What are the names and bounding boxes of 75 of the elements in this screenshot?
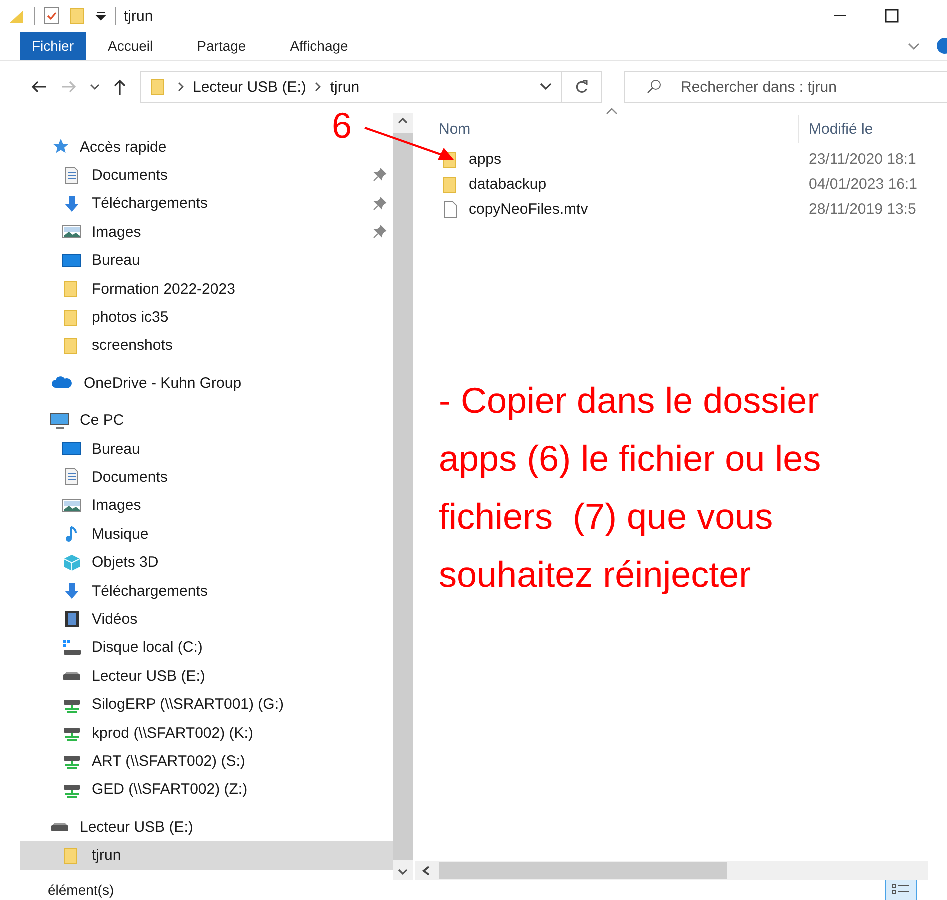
chevron-right-icon[interactable] [177,82,185,92]
modified-date: 23/11/2020 18:1 [808,151,916,168]
drive-icon [50,822,70,832]
window-title: tjrun [124,8,154,24]
recent-locations-button[interactable] [90,83,100,91]
breadcrumb[interactable]: tjrun [330,78,360,96]
scroll-down-icon[interactable] [398,868,408,876]
file-name[interactable]: apps [469,151,502,168]
maximize-icon[interactable] [885,9,899,23]
sidebar-item[interactable]: photos ic35 [0,303,393,332]
back-button[interactable] [30,79,48,95]
system-drive-icon [62,638,82,658]
column-header[interactable]: Nom [439,120,471,138]
customize-dropdown-icon[interactable] [95,10,107,22]
sidebar-item[interactable]: Objets 3D [0,548,393,577]
sidebar-item[interactable]: Documents [0,161,393,190]
details-view-button[interactable] [885,879,917,900]
download-arrow-icon [62,581,82,602]
cube-icon [62,552,82,573]
sidebar-item[interactable]: Ce PC [0,406,393,435]
vertical-scrollbar[interactable] [393,113,413,880]
sort-ascending-icon [606,107,618,115]
sidebar-item[interactable]: SilogERP (\\SRART001) (G:) [0,690,393,719]
scroll-up-icon[interactable] [398,117,408,125]
search-field[interactable]: Rechercher dans : tjrun [624,71,947,103]
pin-icon[interactable] [373,168,387,182]
item-count: élément(s) [48,882,114,898]
pin-icon[interactable] [373,225,387,240]
file-name[interactable]: databackup [469,176,547,193]
sidebar-item[interactable]: Documents [0,463,393,492]
sidebar-item[interactable]: Vidéos [0,605,393,634]
sidebar-item[interactable]: GED (\\SFART002) (Z:) [0,776,393,804]
sidebar-item[interactable]: Images [0,492,393,520]
modified-date: 04/01/2023 16:1 [808,176,918,193]
sidebar-item[interactable]: OneDrive - Kuhn Group [0,369,393,398]
sidebar-item[interactable]: ART (\\SFART002) (S:) [0,747,393,776]
sidebar-item[interactable]: screenshots [0,332,393,360]
ribbon-tab[interactable]: Accueil [86,32,176,60]
ribbon-tab[interactable]: Fichier [20,32,86,60]
details-list-icon [891,883,911,897]
horizontal-scrollbar[interactable] [415,861,928,880]
download-arrow-icon [62,194,82,214]
address-bar[interactable]: Lecteur USB (E:) tjrun [140,71,562,103]
file-name[interactable]: copyNeoFiles.mtv [469,201,588,218]
ribbon-tab[interactable]: Partage [175,32,268,60]
sidebar-item[interactable]: Bureau [0,434,393,464]
search-icon[interactable] [646,79,662,95]
breadcrumb[interactable]: Lecteur USB (E:) [193,78,306,96]
chevron-right-icon[interactable] [314,82,322,92]
properties-checkmark-icon[interactable] [43,7,61,25]
sidebar-item[interactable]: Téléchargements [0,576,393,606]
sidebar-item[interactable]: kprod (\\SFART002) (K:) [0,718,393,748]
sidebar-item[interactable]: Bureau [0,246,393,275]
annotation-marker: 6 [332,106,352,146]
drive-icon [62,672,82,681]
sidebar-item[interactable]: Formation 2022-2023 [0,274,393,304]
computer-icon [50,410,70,431]
refresh-button[interactable] [562,71,602,103]
sidebar-item[interactable]: Téléchargements [0,190,393,218]
annotation-note: - Copier dans le dossier apps (6) le fichier ou les fichiers (7) que vous souhaitez réinjecter [439,379,822,597]
sidebar-item[interactable]: tjrun [20,841,393,870]
sidebar-item[interactable]: Musique [0,520,393,548]
ribbon-tab[interactable]: Affichage [268,32,370,60]
sidebar-item[interactable]: Lecteur USB (E:) [0,662,393,690]
expand-ribbon-icon[interactable] [907,41,921,51]
column-header[interactable]: Modifié le [809,120,874,138]
film-icon [62,609,82,630]
sidebar-item[interactable]: Lecteur USB (E:) [0,812,393,842]
up-button[interactable] [112,78,128,96]
refresh-icon[interactable] [574,79,590,95]
dropdown-chevron-icon[interactable] [539,82,553,92]
sidebar-item[interactable]: Disque local (C:) [0,634,393,662]
pin-icon[interactable] [373,196,387,211]
sidebar-item[interactable]: Images [0,218,393,247]
modified-date: 28/11/2019 13:5 [808,201,916,218]
